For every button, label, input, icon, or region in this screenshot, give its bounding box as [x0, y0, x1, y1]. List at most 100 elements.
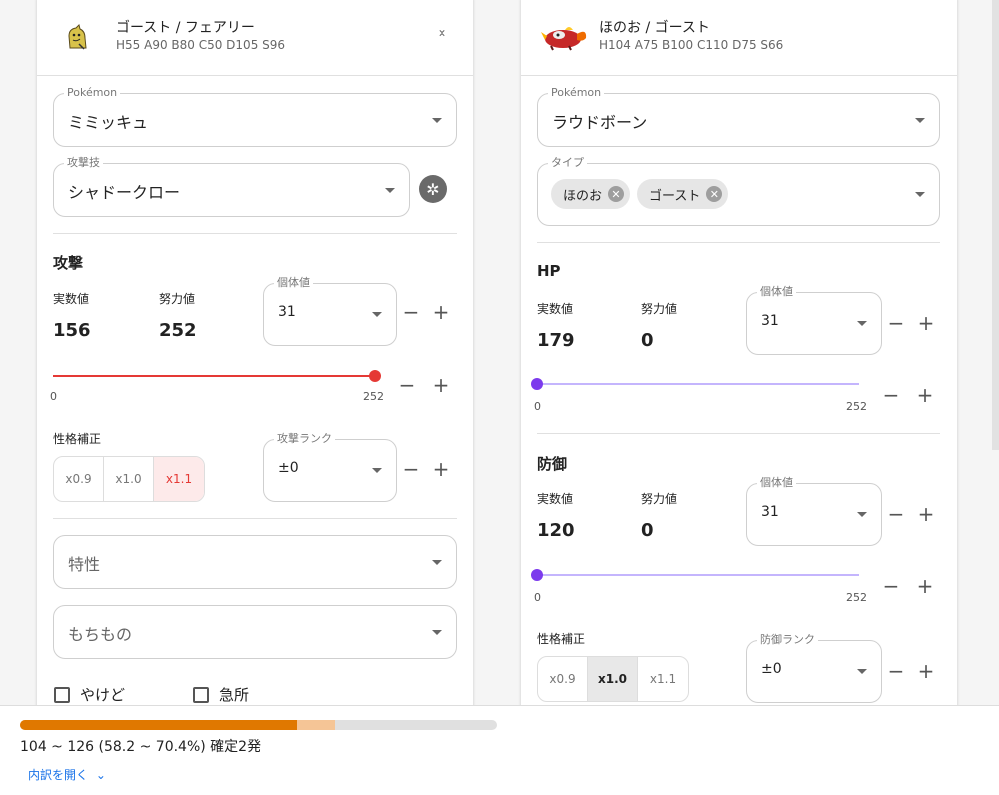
burn-label: やけど — [80, 686, 126, 704]
remove-chip-icon[interactable]: ✕ — [608, 186, 625, 202]
attack-rank-value: ±0 — [278, 460, 299, 476]
hp-ev-slider-track[interactable] — [537, 383, 859, 385]
ability-select[interactable]: 特性 — [53, 535, 457, 589]
ev-decrement-button[interactable]: − — [398, 375, 416, 395]
iv-increment-button[interactable]: + — [432, 302, 450, 322]
defender-card: ほのお / ゴースト H104 A75 B100 C110 D75 S66 Po… — [521, 0, 957, 720]
ev-slider-track[interactable] — [53, 375, 375, 377]
def-iv-select[interactable]: 個体値 31 — [746, 476, 882, 546]
iv-decrement-button[interactable]: − — [887, 313, 905, 333]
rank-decrement-button[interactable]: − — [887, 661, 905, 681]
damage-bar-min — [20, 720, 297, 730]
ev-increment-button[interactable]: + — [916, 576, 934, 596]
gear-icon[interactable]: ✲ — [419, 175, 447, 203]
type-chip-ghost[interactable]: ゴースト ✕ — [637, 179, 729, 209]
attacker-header[interactable]: ゴースト / フェアリー H55 A90 B80 C50 D105 S96 ⌄ ⌃ — [37, 0, 473, 76]
pokemon-select[interactable]: Pokémon ラウドボーン — [537, 86, 940, 147]
chevron-up-down-icon[interactable]: ⌄ ⌃ — [437, 23, 447, 44]
dropdown-arrow-icon — [372, 468, 382, 473]
dropdown-arrow-icon — [857, 321, 867, 326]
dropdown-arrow-icon — [432, 118, 442, 123]
ev-label: 努力値 — [641, 302, 678, 316]
dropdown-arrow-icon — [372, 312, 382, 317]
ability-placeholder: 特性 — [68, 555, 101, 574]
ev-label: 努力値 — [641, 492, 678, 506]
hp-iv-select[interactable]: 個体値 31 — [746, 285, 882, 355]
dropdown-arrow-icon — [432, 560, 442, 565]
crit-checkbox[interactable]: 急所 — [193, 684, 249, 705]
iv-label: 個体値 — [757, 285, 796, 299]
divider — [53, 518, 457, 519]
slider-min-label: 0 — [534, 591, 541, 604]
nature-label: 性格補正 — [537, 632, 586, 646]
checkbox-box — [193, 686, 209, 703]
iv-decrement-button[interactable]: − — [402, 302, 420, 322]
ev-increment-button[interactable]: + — [916, 385, 934, 405]
hp-actual-value: 179 — [537, 330, 575, 351]
type-chip-fire[interactable]: ほのお ✕ — [551, 179, 631, 209]
iv-increment-button[interactable]: + — [917, 504, 935, 524]
iv-value: 31 — [278, 304, 296, 320]
iv-label: 個体値 — [274, 276, 313, 290]
ev-decrement-button[interactable]: − — [882, 385, 900, 405]
nature-x1-1-button[interactable]: x1.1 — [154, 457, 204, 501]
dropdown-arrow-icon — [432, 630, 442, 635]
defense-rank-value: ±0 — [761, 661, 782, 677]
nature-label: 性格補正 — [53, 432, 102, 446]
ev-label: 努力値 — [159, 292, 196, 306]
dropdown-arrow-icon — [915, 118, 925, 123]
defender-header[interactable]: ほのお / ゴースト H104 A75 B100 C110 D75 S66 — [521, 0, 957, 76]
nature-x1-1-button[interactable]: x1.1 — [638, 657, 688, 701]
iv-decrement-button[interactable]: − — [887, 504, 905, 524]
ev-decrement-button[interactable]: − — [882, 576, 900, 596]
nature-x1-0-button[interactable]: x1.0 — [104, 457, 154, 501]
divider — [537, 433, 940, 434]
nature-x0-9-button[interactable]: x0.9 — [538, 657, 588, 701]
pokemon-select-label: Pokémon — [64, 86, 121, 100]
def-actual-value: 120 — [537, 520, 575, 541]
iv-increment-button[interactable]: + — [917, 313, 935, 333]
ev-value: 252 — [159, 320, 197, 341]
pokemon-select-value: ラウドボーン — [552, 113, 648, 132]
defender-types: ほのお / ゴースト — [599, 20, 710, 36]
rank-increment-button[interactable]: + — [432, 459, 450, 479]
page-scrollbar[interactable] — [992, 0, 999, 450]
nature-toggle-group: x0.9 x1.0 x1.1 — [53, 456, 205, 502]
breakdown-link: 内訳を開く — [28, 768, 89, 782]
move-select[interactable]: 攻撃技 シャドークロー — [53, 156, 410, 217]
burn-checkbox[interactable]: やけど — [54, 684, 125, 705]
divider — [53, 233, 457, 234]
chevron-down-icon: ⌄ — [95, 768, 106, 782]
crit-label: 急所 — [219, 686, 250, 704]
move-select-label: 攻撃技 — [64, 156, 103, 170]
remove-chip-icon[interactable]: ✕ — [706, 186, 723, 202]
iv-value: 31 — [761, 313, 779, 329]
move-select-value: シャドークロー — [68, 183, 181, 202]
attack-section-title: 攻撃 — [53, 254, 84, 272]
divider — [537, 242, 940, 243]
rank-decrement-button[interactable]: − — [402, 459, 420, 479]
ev-slider-thumb[interactable] — [369, 370, 381, 382]
nature-x0-9-button[interactable]: x0.9 — [54, 457, 104, 501]
ev-increment-button[interactable]: + — [432, 375, 450, 395]
pokemon-select-label: Pokémon — [548, 86, 605, 100]
iv-select[interactable]: 個体値 31 — [263, 276, 397, 346]
attack-rank-select[interactable]: 攻撃ランク ±0 — [263, 432, 397, 502]
hp-ev-slider-thumb[interactable] — [531, 378, 543, 390]
skeledirge-sprite-icon — [541, 27, 587, 51]
dropdown-arrow-icon — [915, 192, 925, 197]
rank-increment-button[interactable]: + — [917, 661, 935, 681]
hp-ev-value: 0 — [641, 330, 654, 351]
slider-min-label: 0 — [50, 390, 57, 403]
pokemon-select[interactable]: Pokémon ミミッキュ — [53, 86, 457, 147]
breakdown-toggle[interactable]: 内訳を開く ⌄ — [28, 766, 106, 783]
def-ev-slider-track[interactable] — [537, 574, 859, 576]
type-chip-label: ほのお — [563, 188, 603, 204]
hp-section-title: HP — [537, 262, 561, 280]
mimikyu-sprite-icon — [68, 24, 87, 50]
defense-rank-select[interactable]: 防御ランク ±0 — [746, 633, 882, 703]
slider-min-label: 0 — [534, 400, 541, 413]
item-select[interactable]: もちもの — [53, 605, 457, 659]
nature-x1-0-button[interactable]: x1.0 — [588, 657, 638, 701]
def-ev-slider-thumb[interactable] — [531, 569, 543, 581]
